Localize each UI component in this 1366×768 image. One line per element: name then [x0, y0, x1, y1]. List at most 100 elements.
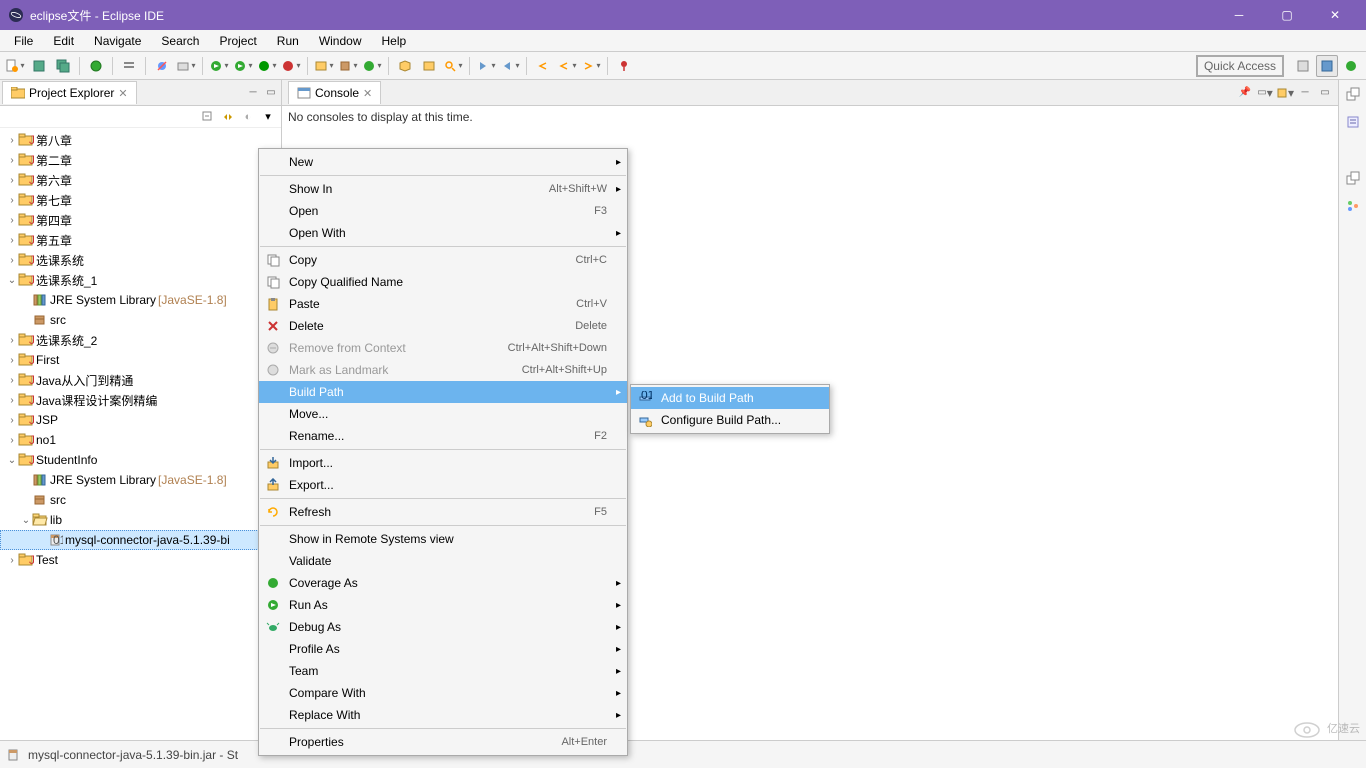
pin-console-button[interactable]: 📌 [1236, 84, 1254, 102]
tree-item[interactable]: ›J第四章 [0, 210, 281, 230]
expand-icon[interactable] [35, 535, 47, 546]
tree-item[interactable]: ›JFirst [0, 350, 281, 370]
new-java-project-button[interactable]: ▾ [313, 55, 335, 77]
context-menu[interactable]: New▸Show InAlt+Shift+W▸OpenF3Open With▸C… [258, 148, 628, 756]
submenu-item-configure-build-path[interactable]: Configure Build Path... [631, 409, 829, 431]
collapse-all-button[interactable] [199, 108, 217, 126]
toggle-breadcrumb-button[interactable] [118, 55, 140, 77]
run-button[interactable]: ▾ [232, 55, 254, 77]
save-button[interactable] [28, 55, 50, 77]
minimize-view-button[interactable]: ─ [245, 85, 261, 101]
tree-item[interactable]: JRE System Library [JavaSE-1.8] [0, 290, 281, 310]
tree-item[interactable]: ›J选课系统_2 [0, 330, 281, 350]
minimize-console-button[interactable]: ─ [1296, 84, 1314, 102]
tree-item[interactable]: ⌄lib [0, 510, 281, 530]
expand-icon[interactable] [20, 315, 32, 326]
menu-item-open[interactable]: OpenF3 [259, 200, 627, 222]
expand-icon[interactable]: › [6, 435, 18, 446]
quick-access[interactable]: Quick Access [1196, 55, 1284, 77]
menu-item-run-as[interactable]: Run As▸ [259, 594, 627, 616]
tree-item[interactable]: ›J第六章 [0, 170, 281, 190]
expand-icon[interactable]: › [6, 355, 18, 366]
menu-item-build-path[interactable]: Build Path▸ [259, 381, 627, 403]
tree-item[interactable]: ›J第五章 [0, 230, 281, 250]
back-button[interactable]: ▾ [556, 55, 578, 77]
menu-item-open-with[interactable]: Open With▸ [259, 222, 627, 244]
tree-item[interactable]: ›JTest [0, 550, 281, 570]
open-task-button[interactable] [418, 55, 440, 77]
tree-item[interactable]: ›JJava从入门到精通 [0, 370, 281, 390]
menu-item-debug-as[interactable]: Debug As▸ [259, 616, 627, 638]
tree-item[interactable]: ⌄J选课系统_1 [0, 270, 281, 290]
view-menu-button[interactable]: ▾ [259, 108, 277, 126]
coverage-run-button[interactable]: ▾ [256, 55, 278, 77]
menu-item-rename[interactable]: Rename...F2 [259, 425, 627, 447]
tree-item[interactable]: ›J选课系统 [0, 250, 281, 270]
link-editor-button[interactable] [219, 108, 237, 126]
expand-icon[interactable]: › [6, 175, 18, 186]
task-list-icon[interactable] [1343, 112, 1363, 132]
menu-item-validate[interactable]: Validate [259, 550, 627, 572]
menu-item-paste[interactable]: PasteCtrl+V [259, 293, 627, 315]
menu-item-move[interactable]: Move... [259, 403, 627, 425]
menu-item-import[interactable]: Import... [259, 452, 627, 474]
build-path-submenu[interactable]: 010Add to Build PathConfigure Build Path… [630, 384, 830, 434]
tree-item[interactable]: src [0, 310, 281, 330]
tree-item[interactable]: src [0, 490, 281, 510]
expand-icon[interactable]: › [6, 375, 18, 386]
tree-item[interactable]: ›Jno1 [0, 430, 281, 450]
display-console-button[interactable]: ▭▾ [1256, 84, 1274, 102]
expand-icon[interactable]: › [6, 335, 18, 346]
menu-item-new[interactable]: New▸ [259, 151, 627, 173]
menu-item-export[interactable]: Export... [259, 474, 627, 496]
maximize-console-button[interactable]: ▭ [1316, 84, 1334, 102]
pin-editor-button[interactable] [613, 55, 635, 77]
menu-item-copy-qualified-name[interactable]: Copy Qualified Name [259, 271, 627, 293]
menu-item-replace-with[interactable]: Replace With▸ [259, 704, 627, 726]
menu-help[interactable]: Help [372, 32, 417, 50]
project-tree[interactable]: ›J第八章›J第二章›J第六章›J第七章›J第四章›J第五章›J选课系统⌄J选课… [0, 128, 281, 740]
tree-item[interactable]: ›J第二章 [0, 150, 281, 170]
expand-icon[interactable]: › [6, 555, 18, 566]
menu-item-team[interactable]: Team▸ [259, 660, 627, 682]
maximize-button[interactable]: ▢ [1264, 0, 1310, 30]
menu-item-show-in-remote-systems-view[interactable]: Show in Remote Systems view [259, 528, 627, 550]
menu-item-coverage-as[interactable]: Coverage As▸ [259, 572, 627, 594]
perspective-debug-button[interactable] [1340, 55, 1362, 77]
menu-item-delete[interactable]: DeleteDelete [259, 315, 627, 337]
perspective-java-ee-button[interactable] [1292, 55, 1314, 77]
next-annotation-button[interactable]: ▾ [475, 55, 497, 77]
tree-item[interactable]: ›J第八章 [0, 130, 281, 150]
prev-annotation-button[interactable]: ▾ [499, 55, 521, 77]
menu-item-refresh[interactable]: RefreshF5 [259, 501, 627, 523]
new-button[interactable]: ▾ [4, 55, 26, 77]
tree-item[interactable]: 01mysql-connector-java-5.1.39-bi [0, 530, 281, 550]
menu-search[interactable]: Search [151, 32, 209, 50]
expand-icon[interactable]: › [6, 395, 18, 406]
expand-icon[interactable] [20, 295, 32, 306]
expand-icon[interactable]: ⌄ [6, 455, 18, 466]
minimize-button[interactable]: ─ [1216, 0, 1262, 30]
menu-edit[interactable]: Edit [43, 32, 84, 50]
save-all-button[interactable] [52, 55, 74, 77]
expand-icon[interactable]: › [6, 415, 18, 426]
focus-task-button[interactable]: ◐ [239, 108, 257, 126]
outline-icon[interactable] [1343, 196, 1363, 216]
console-tab[interactable]: Console ✕ [288, 81, 381, 104]
expand-icon[interactable]: ⌄ [20, 515, 32, 526]
search-button[interactable]: ▾ [442, 55, 464, 77]
maximize-view-button[interactable]: ▭ [263, 85, 279, 101]
menu-item-properties[interactable]: PropertiesAlt+Enter [259, 731, 627, 753]
menu-window[interactable]: Window [309, 32, 372, 50]
menu-project[interactable]: Project [209, 32, 266, 50]
expand-icon[interactable] [20, 475, 32, 486]
tree-item[interactable]: ›JJSP [0, 410, 281, 430]
coverage-button[interactable] [85, 55, 107, 77]
menu-file[interactable]: File [4, 32, 43, 50]
expand-icon[interactable]: ⌄ [6, 275, 18, 286]
close-button[interactable]: ✕ [1312, 0, 1358, 30]
forward-button[interactable]: ▾ [580, 55, 602, 77]
project-explorer-tab[interactable]: Project Explorer ✕ [2, 81, 137, 104]
tree-item[interactable]: JRE System Library [JavaSE-1.8] [0, 470, 281, 490]
debug-button[interactable]: ▾ [208, 55, 230, 77]
